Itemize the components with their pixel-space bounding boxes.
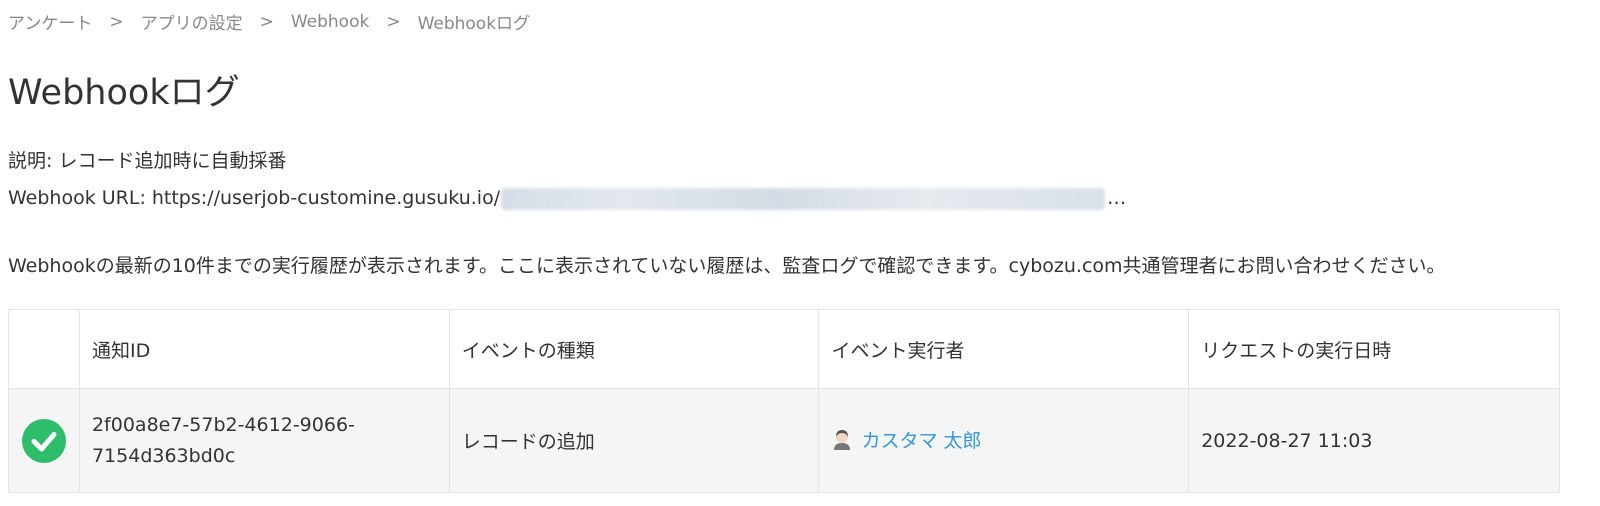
status-cell bbox=[8, 388, 80, 493]
breadcrumb-separator: > bbox=[259, 11, 274, 32]
event-user-cell: カスタマ 太郎 bbox=[818, 388, 1190, 493]
event-type-cell: レコードの追加 bbox=[448, 388, 820, 493]
webhook-url-line: Webhook URL: https://userjob-customine.g… bbox=[8, 187, 1127, 210]
webhook-description: 説明: レコード追加時に自動採番 bbox=[8, 150, 287, 172]
user-avatar-icon bbox=[834, 430, 851, 451]
request-datetime-cell: 2022-08-27 11:03 bbox=[1188, 388, 1560, 493]
header-notification-id: 通知ID bbox=[78, 309, 450, 389]
notification-id-cell: 2f00a8e7-57b2-4612-9066- 7154d363bd0c bbox=[78, 388, 450, 493]
user-name: カスタマ 太郎 bbox=[861, 429, 982, 452]
webhook-url-visible: https://userjob-customine.gusuku.io/ bbox=[151, 187, 501, 209]
header-status bbox=[8, 309, 80, 389]
user-link[interactable]: カスタマ 太郎 bbox=[831, 426, 982, 453]
webhook-url-ellipsis: … bbox=[1107, 187, 1127, 209]
breadcrumb-item-webhook-log: Webhookログ bbox=[417, 14, 531, 34]
breadcrumb-item-survey[interactable]: アンケート bbox=[8, 9, 92, 34]
webhook-url-redacted bbox=[501, 188, 1106, 210]
breadcrumb-separator: > bbox=[109, 11, 124, 32]
breadcrumb-item-app-settings[interactable]: アプリの設定 bbox=[141, 9, 243, 34]
success-check-icon bbox=[21, 418, 66, 463]
history-notice: Webhookの最新の10件までの実行履歴が表示されます。ここに表示されていない… bbox=[8, 255, 1446, 277]
webhook-url-label: Webhook URL: bbox=[8, 187, 146, 209]
breadcrumb: アンケート > アプリの設定 > Webhook > Webhookログ bbox=[8, 9, 531, 35]
table-header-row: 通知ID イベントの種類 イベント実行者 リクエストの実行日時 bbox=[8, 309, 1560, 389]
header-event-user: イベント実行者 bbox=[818, 309, 1190, 389]
table-row: 2f00a8e7-57b2-4612-9066- 7154d363bd0c レコ… bbox=[8, 388, 1560, 493]
header-request-datetime: リクエストの実行日時 bbox=[1188, 309, 1560, 389]
webhook-log-page: アンケート > アプリの設定 > Webhook > Webhookログ Web… bbox=[0, 0, 1600, 506]
page-title: Webhookログ bbox=[8, 73, 240, 113]
webhook-log-table: 通知ID イベントの種類 イベント実行者 リクエストの実行日時 2f00a8e7… bbox=[8, 309, 1560, 493]
breadcrumb-item-webhook[interactable]: Webhook bbox=[291, 12, 369, 32]
breadcrumb-separator: > bbox=[386, 11, 401, 32]
header-event-type: イベントの種類 bbox=[448, 309, 820, 389]
